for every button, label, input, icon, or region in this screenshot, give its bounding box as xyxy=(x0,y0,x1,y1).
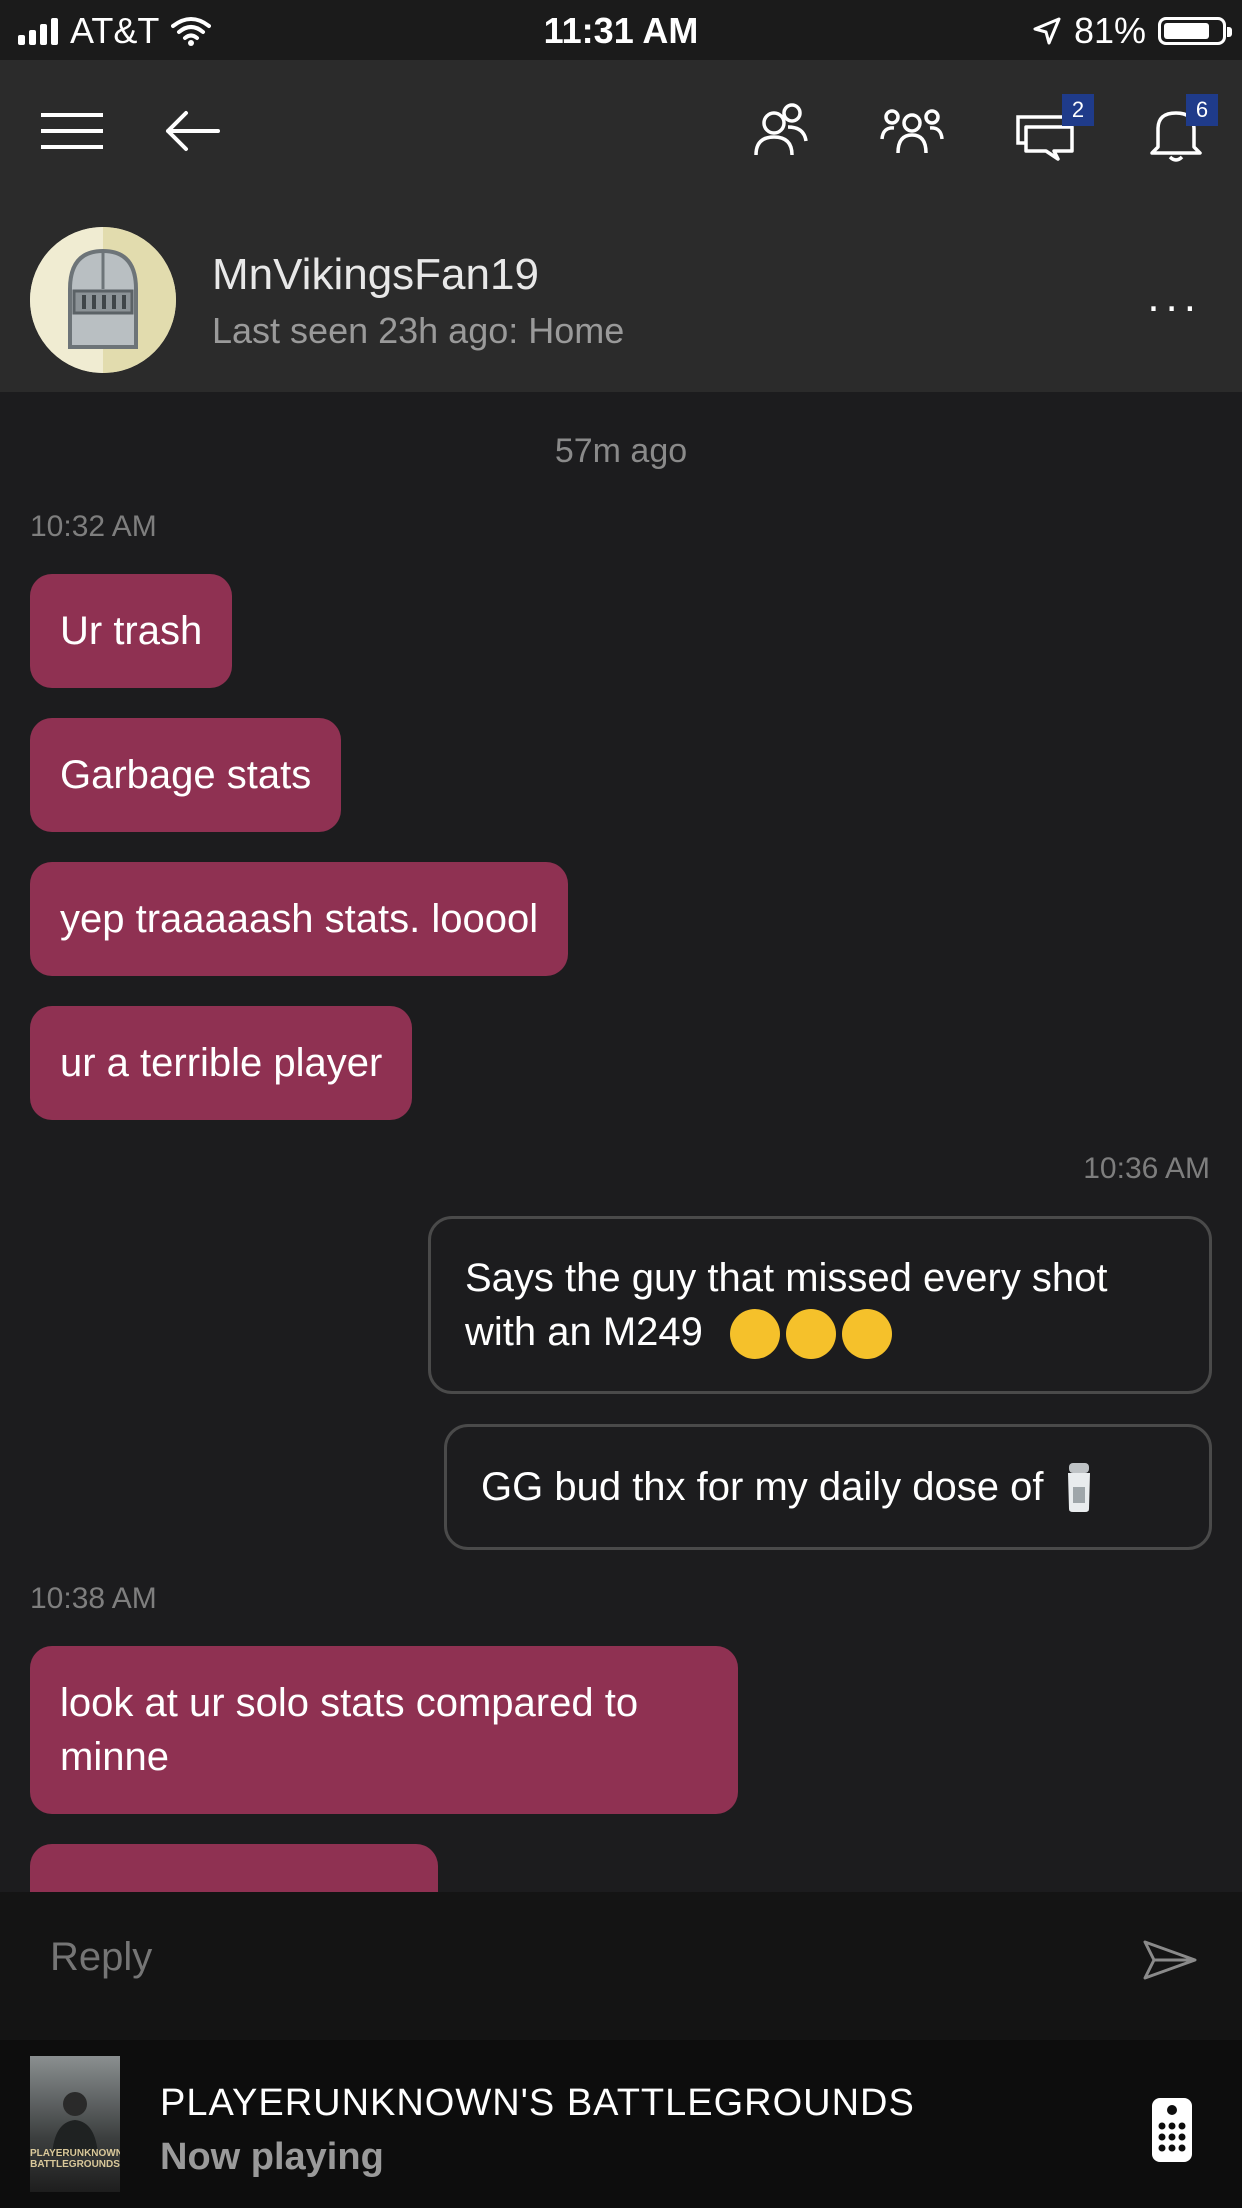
reply-bar xyxy=(0,1892,1242,2040)
remote-control-icon xyxy=(1152,2098,1192,2162)
incoming-message[interactable]: yep traaaaash stats. looool xyxy=(30,862,569,976)
message-timestamp: 10:32 AM xyxy=(30,510,157,543)
message-text: look at ur solo stats compared to xyxy=(60,1681,639,1725)
outgoing-message[interactable]: GG bud thx for my daily dose of xyxy=(444,1424,1212,1550)
cover-title: PLAYERUNKNOWN'S BATTLEGROUNDS xyxy=(30,2148,120,2170)
messages-badge: 2 xyxy=(1062,94,1094,126)
message-text: yep traaaaash stats. looool xyxy=(60,897,539,941)
soldier-figure-icon xyxy=(52,2092,98,2156)
last-seen-status: Last seen 23h ago: Home xyxy=(212,310,625,351)
outgoing-message[interactable]: Says the guy that missed every shot with… xyxy=(428,1216,1212,1394)
message-text: GG bud thx for my daily dose of xyxy=(481,1465,1044,1509)
incoming-message[interactable]: Ur trash xyxy=(30,574,233,688)
message-timestamp: 10:38 AM xyxy=(30,1582,157,1615)
menu-button[interactable] xyxy=(30,98,114,164)
hamburger-icon xyxy=(41,113,103,149)
party-icon xyxy=(880,109,944,154)
message-list[interactable]: 57m ago 10:32 AM Ur trash Garbage stats … xyxy=(0,392,1242,1892)
reply-input[interactable] xyxy=(48,1934,1052,1981)
message-text-line2: with an M249 xyxy=(465,1305,1108,1360)
incoming-message[interactable]: ur a terrible player xyxy=(30,1006,413,1120)
message-text: Garbage stats xyxy=(60,753,312,797)
more-options-button[interactable]: ... xyxy=(1147,272,1202,322)
top-toolbar: 2 6 xyxy=(0,60,1242,202)
game-title: PLAYERUNKNOWN'S BATTLEGROUNDS xyxy=(160,2082,915,2124)
message-text: Says the guy that missed every shot xyxy=(465,1255,1108,1300)
game-cover-art: PLAYERUNKNOWN'S BATTLEGROUNDS xyxy=(30,2056,120,2192)
status-bar: AT&T 11:31 AM 81% xyxy=(0,0,1242,60)
conversation-header: MnVikingsFan19 Last seen 23h ago: Home .… xyxy=(0,202,1242,392)
back-button[interactable] xyxy=(150,98,234,164)
battery-icon xyxy=(1158,17,1232,45)
incoming-message-partial[interactable] xyxy=(30,1844,438,1892)
contact-username[interactable]: MnVikingsFan19 xyxy=(212,250,539,300)
now-playing-bar[interactable]: PLAYERUNKNOWN'S BATTLEGROUNDS PLAYERUNKN… xyxy=(0,2040,1242,2208)
relative-time-divider: 57m ago xyxy=(554,432,688,470)
party-button[interactable] xyxy=(872,96,952,166)
send-button[interactable] xyxy=(1142,1938,1198,1987)
back-arrow-icon xyxy=(166,111,220,151)
status-right: 81% xyxy=(1032,10,1232,52)
messages-button[interactable]: 2 xyxy=(1006,94,1094,170)
location-arrow-icon xyxy=(1033,17,1061,45)
salt-shaker-icon xyxy=(1068,1463,1091,1512)
avatar[interactable] xyxy=(30,227,176,373)
send-icon xyxy=(1143,1940,1197,1980)
laughing-crying-face-icon xyxy=(730,1309,781,1360)
battery-percent: 81% xyxy=(1073,10,1146,51)
knight-helmet-icon xyxy=(30,227,176,373)
incoming-message[interactable]: Garbage stats xyxy=(30,718,342,832)
incoming-message[interactable]: look at ur solo stats compared to minne xyxy=(30,1646,738,1814)
friends-button[interactable] xyxy=(742,96,818,166)
message-text-line2: minne xyxy=(60,1735,169,1779)
now-playing-status: Now playing xyxy=(160,2136,384,2178)
notifications-badge: 6 xyxy=(1186,94,1218,126)
message-timestamp: 10:36 AM xyxy=(1083,1152,1210,1185)
message-text: Ur trash xyxy=(60,609,203,653)
add-friend-icon xyxy=(754,103,808,156)
laughing-crying-face-icon xyxy=(786,1309,837,1360)
laughing-crying-face-icon xyxy=(842,1309,893,1360)
message-text: ur a terrible player xyxy=(60,1041,383,1085)
notifications-button[interactable]: 6 xyxy=(1138,94,1218,170)
remote-button[interactable] xyxy=(1150,2096,1194,2169)
